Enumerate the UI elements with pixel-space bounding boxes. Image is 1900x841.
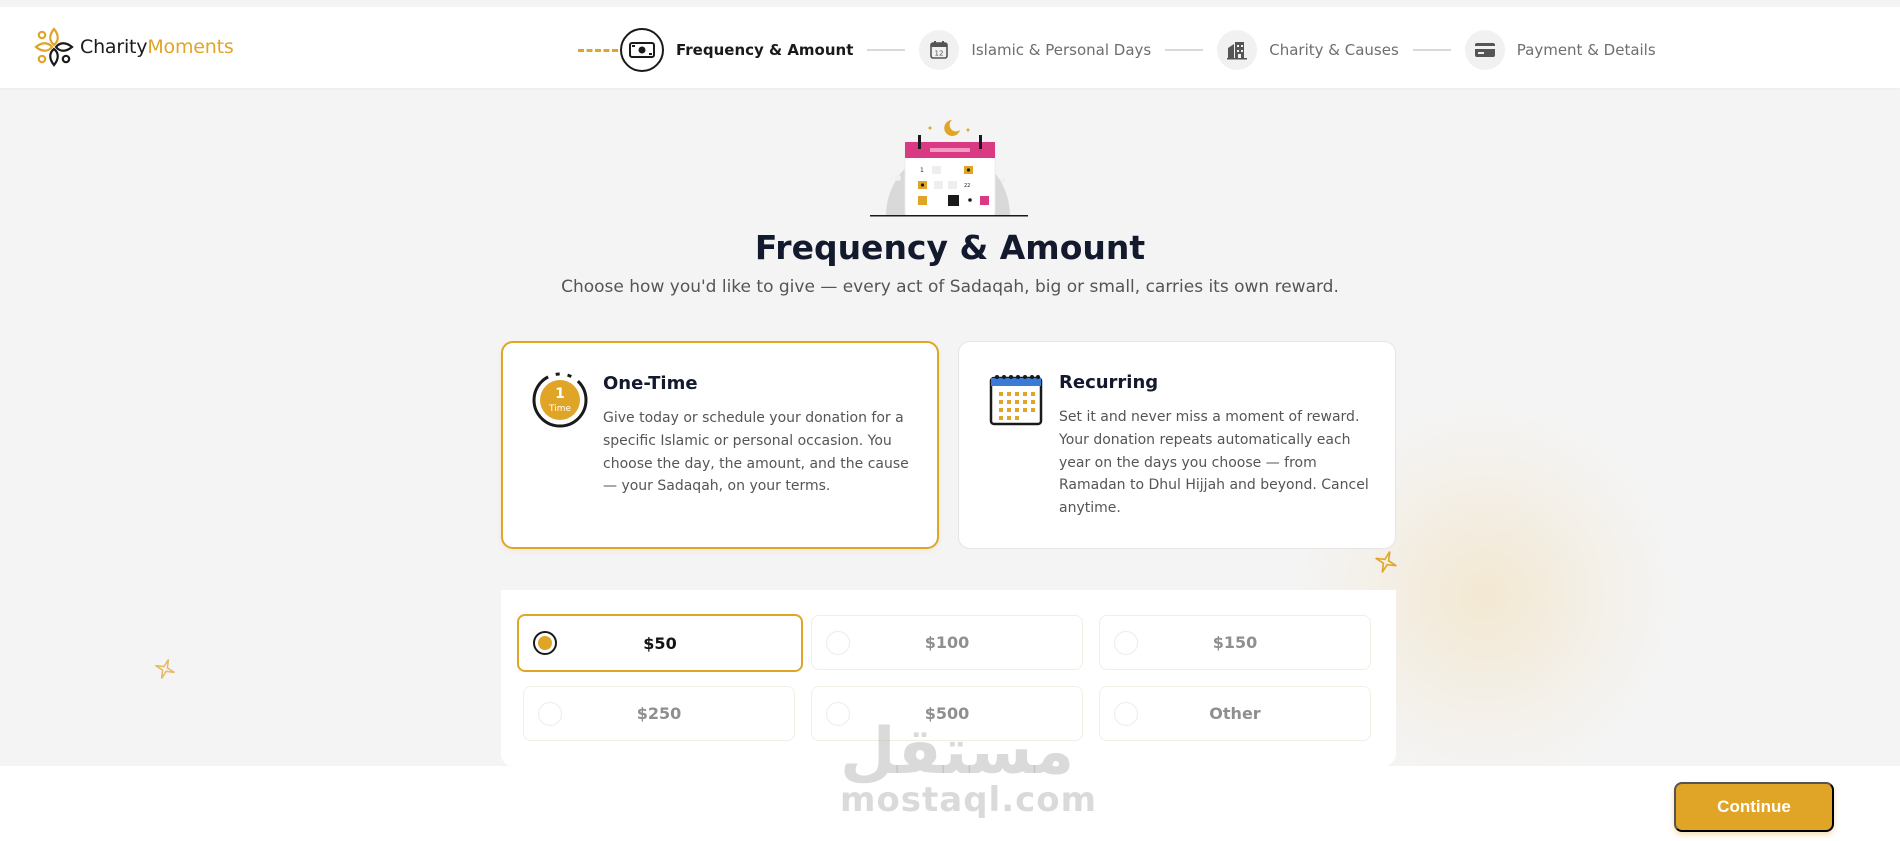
radio-selected-icon bbox=[533, 631, 557, 655]
page-subtitle: Choose how you'd like to give — every ac… bbox=[561, 277, 1339, 297]
step-connector bbox=[1412, 49, 1451, 51]
step-label: Charity & Causes bbox=[1269, 41, 1399, 59]
step-label: Payment & Details bbox=[1516, 41, 1656, 59]
amount-option-150[interactable]: $150 bbox=[1099, 615, 1371, 670]
amount-label: $500 bbox=[924, 704, 970, 723]
amount-option-250[interactable]: $250 bbox=[523, 686, 795, 741]
amount-option-500[interactable]: $500 bbox=[811, 686, 1083, 741]
amount-option-other[interactable]: Other bbox=[1099, 686, 1371, 741]
progress-stepper: Frequency & Amount 12 Islamic & Personal… bbox=[578, 27, 1656, 73]
amount-label: $50 bbox=[643, 633, 677, 653]
logo-flower-icon bbox=[34, 27, 74, 67]
recurring-option-card[interactable]: Recurring Set it and never miss a moment… bbox=[958, 341, 1396, 549]
one-time-option-card[interactable]: 1 Time One-Time Give today or schedule y… bbox=[501, 341, 939, 549]
continue-button[interactable]: Continue bbox=[1674, 782, 1834, 832]
step-connector bbox=[867, 49, 906, 51]
credit-card-icon bbox=[1464, 30, 1505, 70]
option-description: Give today or schedule your donation for… bbox=[603, 410, 909, 495]
amount-label: Other bbox=[1209, 704, 1261, 723]
step-connector bbox=[1165, 49, 1204, 51]
sparkle-star-icon bbox=[155, 659, 175, 679]
amount-option-100[interactable]: $100 bbox=[811, 615, 1083, 670]
amount-label: $250 bbox=[636, 704, 682, 723]
amount-label: $150 bbox=[1212, 633, 1258, 652]
step-connector-active bbox=[578, 48, 618, 52]
step-frequency-amount[interactable]: Frequency & Amount bbox=[620, 28, 853, 72]
radio-unselected-icon bbox=[1114, 702, 1138, 726]
top-header: CharityMoments Frequency & Amount 12 Isl… bbox=[0, 0, 1900, 88]
step-payment-details[interactable]: Payment & Details bbox=[1464, 30, 1656, 70]
brand-logo[interactable]: CharityMoments bbox=[32, 25, 234, 69]
step-charity-causes[interactable]: Charity & Causes bbox=[1217, 30, 1399, 70]
brand-name: CharityMoments bbox=[80, 36, 234, 58]
radio-unselected-icon bbox=[826, 631, 850, 655]
amount-label: $100 bbox=[924, 633, 970, 652]
svg-text:22: 22 bbox=[964, 183, 970, 189]
recurring-calendar-icon bbox=[989, 375, 1043, 426]
amount-option-50[interactable]: $50 bbox=[517, 614, 803, 672]
amount-selection-panel: $50 $100 $150 $250 $500 Other bbox=[501, 590, 1396, 766]
banknote-icon bbox=[620, 28, 664, 72]
brand-name-part1: Charity bbox=[80, 36, 148, 58]
radio-unselected-icon bbox=[1114, 631, 1138, 655]
option-description: Set it and never miss a moment of reward… bbox=[1059, 409, 1369, 517]
option-title: Recurring bbox=[1059, 372, 1159, 393]
calendar-icon: 12 bbox=[919, 30, 960, 70]
option-title: One-Time bbox=[603, 373, 698, 394]
calendar-illustration-icon: 1 22 bbox=[870, 120, 1028, 217]
svg-text:1: 1 bbox=[920, 167, 924, 174]
step-label: Frequency & Amount bbox=[676, 41, 854, 59]
badge-number: 1 bbox=[555, 386, 565, 402]
badge-text: Time bbox=[548, 404, 571, 414]
page-title: Frequency & Amount bbox=[754, 228, 1146, 267]
one-time-badge-icon: 1 Time bbox=[532, 372, 588, 428]
svg-text:12: 12 bbox=[935, 50, 944, 58]
building-icon bbox=[1217, 30, 1258, 70]
footer-bar bbox=[0, 766, 1900, 841]
step-islamic-personal-days[interactable]: 12 Islamic & Personal Days bbox=[919, 30, 1151, 70]
brand-name-part2: Moments bbox=[147, 36, 234, 58]
radio-unselected-icon bbox=[538, 702, 562, 726]
step-label: Islamic & Personal Days bbox=[971, 41, 1152, 59]
sparkle-star-icon bbox=[1375, 551, 1397, 573]
radio-unselected-icon bbox=[826, 702, 850, 726]
